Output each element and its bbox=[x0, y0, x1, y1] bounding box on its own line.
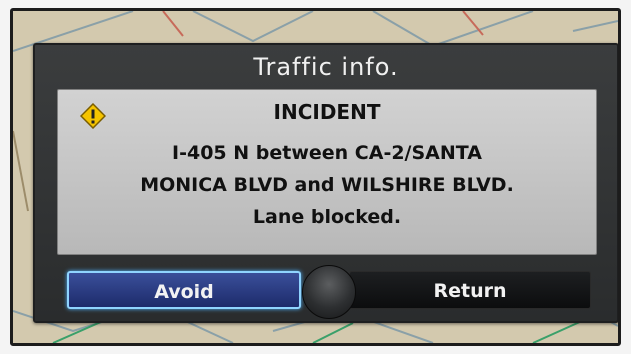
avoid-button[interactable]: Avoid bbox=[67, 271, 301, 309]
incident-message-box: INCIDENT I-405 N between CA-2/SANTA MONI… bbox=[57, 89, 597, 255]
screenshot-frame: Traffic info. INCIDENT I-405 N between C… bbox=[0, 0, 631, 354]
message-line: MONICA BLVD and WILSHIRE BLVD. bbox=[140, 174, 514, 196]
message-line: Lane blocked. bbox=[252, 206, 402, 228]
incident-heading: INCIDENT bbox=[273, 100, 381, 124]
selector-knob[interactable] bbox=[302, 265, 356, 319]
return-button[interactable]: Return bbox=[349, 271, 591, 309]
traffic-info-dialog: Traffic info. INCIDENT I-405 N between C… bbox=[33, 43, 618, 323]
dialog-button-row: Avoid Return bbox=[57, 265, 597, 319]
message-line: I-405 N between CA-2/SANTA bbox=[172, 142, 482, 164]
navigation-screen: Traffic info. INCIDENT I-405 N between C… bbox=[10, 8, 621, 346]
dialog-title: Traffic info. bbox=[253, 53, 399, 81]
